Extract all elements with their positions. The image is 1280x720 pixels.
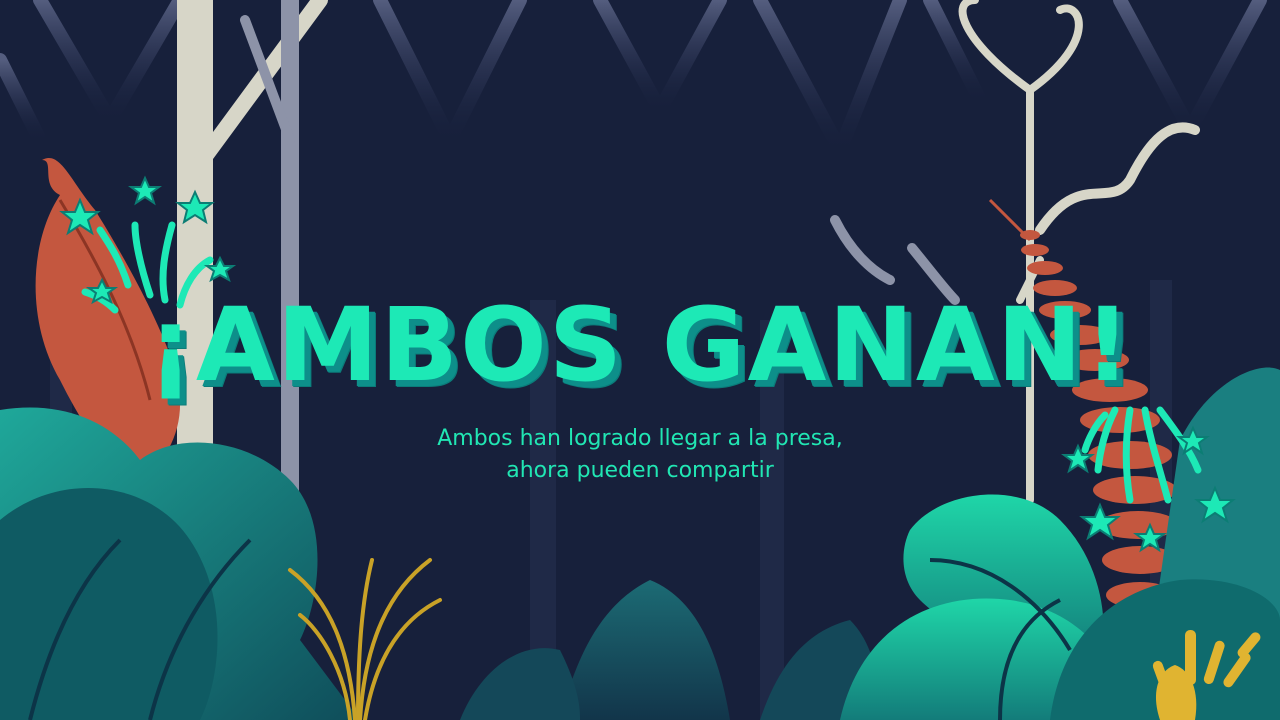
- victory-title: ¡AMBOS GANAN!: [147, 286, 1133, 405]
- victory-screen: ¡AMBOS GANAN! Ambos han logrado llegar a…: [0, 0, 1280, 720]
- title-container: ¡AMBOS GANAN!: [0, 295, 1280, 397]
- subtitle-line-2: ahora pueden compartir: [506, 458, 774, 483]
- middle-plants: [460, 580, 880, 720]
- victory-subtitle: Ambos han logrado llegar a la presa, aho…: [0, 423, 1280, 487]
- subtitle-line-1: Ambos han logrado llegar a la presa,: [437, 426, 843, 451]
